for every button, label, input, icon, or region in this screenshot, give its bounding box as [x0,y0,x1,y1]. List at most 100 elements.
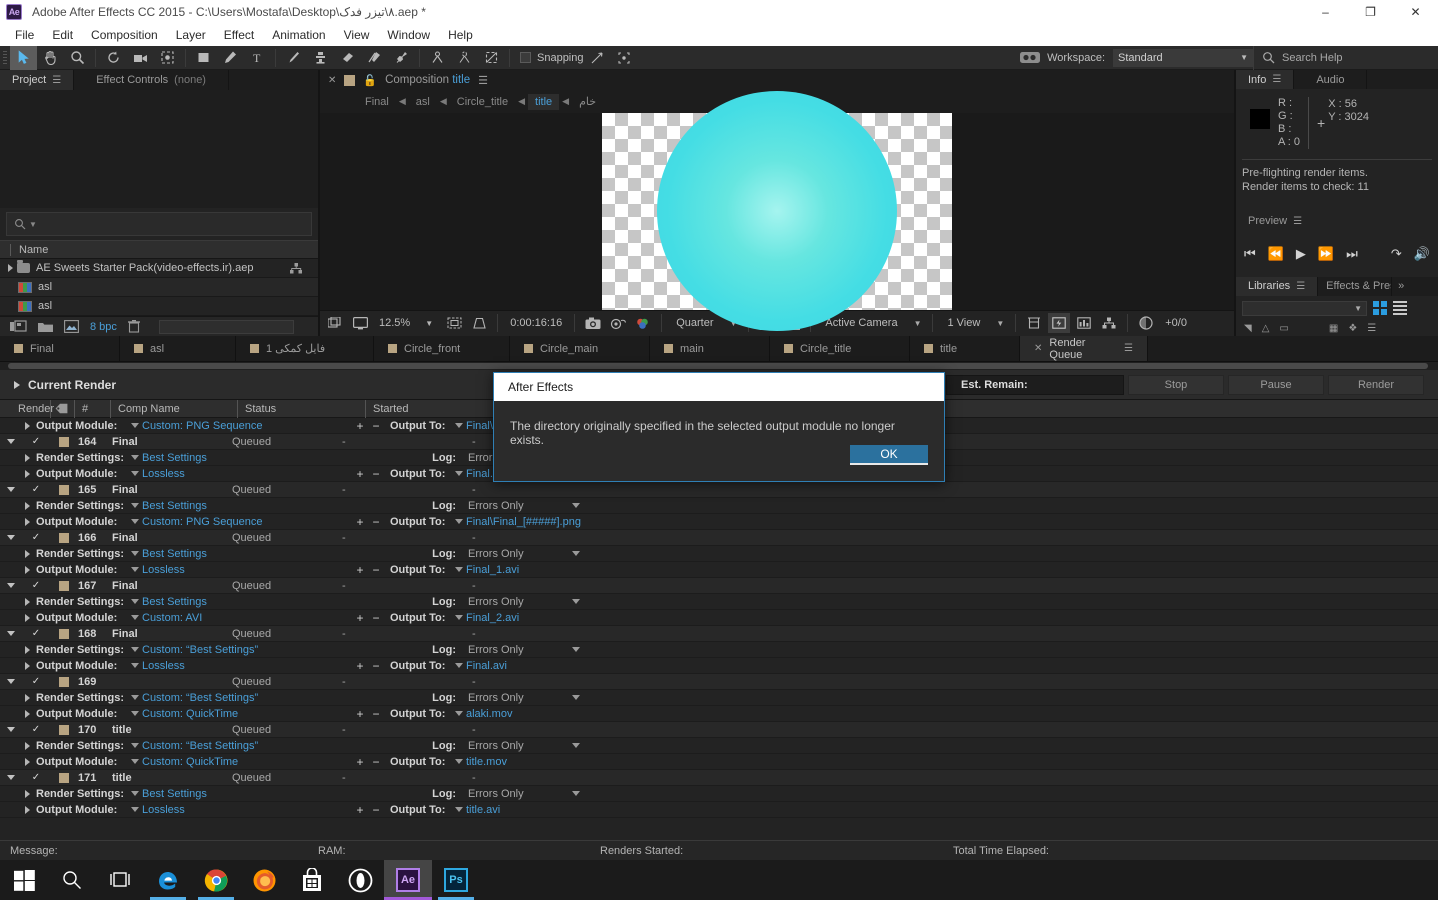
col-label-icon[interactable] [50,399,74,418]
project-footer-field[interactable] [158,319,294,334]
task-view-icon[interactable] [96,860,144,900]
exposure-icon[interactable] [1135,313,1157,333]
last-frame-button[interactable]: ⏭ [1346,246,1358,262]
dropdown-arrow-icon[interactable] [452,471,466,476]
menu-layer[interactable]: Layer [167,26,215,44]
panel-menu-icon[interactable]: ☰ [478,74,488,87]
remove-output-module-button[interactable]: − [368,563,384,577]
comp-tab-title[interactable]: title [910,336,1020,361]
project-item-row[interactable]: AE Sweets Starter Pack(video-effects.ir)… [0,259,318,278]
comp-flowchart-icon[interactable] [1098,313,1120,333]
composition-viewer[interactable] [320,91,1234,332]
comp-tab-final[interactable]: Final [0,336,120,361]
render-queue-comp-row[interactable]: ✓ 169 Queued - - [0,674,1438,690]
remove-output-module-button[interactable]: − [368,707,384,721]
menu-animation[interactable]: Animation [263,26,334,44]
toolbar-grip[interactable] [0,46,10,70]
comp-tab-faile-komaki[interactable]: فایل کمکی 1 [236,336,374,361]
timeline-icon[interactable] [1073,313,1095,333]
menu-help[interactable]: Help [439,26,482,44]
output-module-value[interactable]: Custom: QuickTime [142,708,352,720]
output-to-value[interactable]: Final\Final_[#####].png [466,516,686,528]
search-icon[interactable] [48,860,96,900]
render-settings-value[interactable]: Custom: “Best Settings” [142,692,422,704]
audio-button[interactable]: 🔊 [1414,246,1430,262]
render-settings-row[interactable]: Render Settings: Best Settings Log: Errors … [0,546,1438,562]
photoshop-icon[interactable]: Ps [432,860,480,900]
disclosure-triangle-icon[interactable] [0,613,36,622]
remove-output-module-button[interactable]: − [368,419,384,433]
log-value[interactable]: Errors Only [456,644,566,656]
maximize-button[interactable]: ❐ [1348,0,1393,24]
render-queue-horizontal-scrollbar[interactable] [0,362,1438,370]
remove-output-module-button[interactable]: − [368,611,384,625]
dropdown-arrow-icon[interactable] [128,519,142,524]
exposure-value[interactable]: +0/0 [1160,317,1192,329]
disclosure-triangle-icon[interactable] [0,439,22,444]
add-output-module-button[interactable]: + [352,755,368,769]
add-output-module-button[interactable]: + [352,563,368,577]
play-button[interactable]: ▶ [1296,246,1306,262]
previous-frame-button[interactable]: ⏪ [1268,246,1284,262]
col-comp-name[interactable]: Comp Name [110,399,237,418]
output-module-row[interactable]: Output Module: Custom: QuickTime + − Output … [0,706,1438,722]
render-checkbox[interactable]: ✓ [22,580,50,591]
puppet-pin-tool-icon[interactable] [388,46,415,70]
pixel-aspect-icon[interactable] [1023,313,1045,333]
triangle-icon[interactable]: △ [1262,323,1270,334]
tab-libraries[interactable]: Libraries ☰ [1236,276,1319,296]
log-value[interactable]: Errors Only [456,596,566,608]
new-comp-icon[interactable] [10,320,27,333]
render-queue-comp-row[interactable]: ✓ 165 Final Queued - - [0,482,1438,498]
menu-window[interactable]: Window [378,26,439,44]
pause-button[interactable]: Pause [1228,374,1324,395]
log-value[interactable]: Errors Only [456,788,566,800]
opera-icon[interactable] [336,860,384,900]
render-settings-row[interactable]: Render Settings: Best Settings Log: Errors … [0,786,1438,802]
fast-previews-icon[interactable] [1048,313,1071,334]
loop-button[interactable]: ↷ [1391,246,1402,262]
menu-file[interactable]: File [6,26,43,44]
render-settings-row[interactable]: Render Settings: Custom: “Best Settings” L… [0,642,1438,658]
disclosure-triangle-icon[interactable] [0,565,36,574]
zoom-tool-icon[interactable] [64,46,91,70]
card-icon[interactable]: ▦ [1329,323,1338,334]
disclosure-triangle-icon[interactable] [0,757,36,766]
scrollbar-thumb[interactable] [8,363,1428,369]
render-checkbox[interactable]: ✓ [22,484,50,495]
output-to-value[interactable]: title.mov [466,756,686,768]
panel-menu-icon[interactable]: ☰ [1272,74,1281,85]
delete-icon[interactable] [127,320,140,333]
dropdown-arrow-icon[interactable] [452,807,466,812]
breadcrumb-item-circle-title[interactable]: Circle_title [450,94,515,110]
breadcrumb-item-final[interactable]: Final [358,94,396,110]
after-effects-icon[interactable]: Ae [384,860,432,900]
camera-select[interactable]: Active Camera ▼ [818,317,925,329]
remove-output-module-button[interactable]: − [368,659,384,673]
snap-box-icon[interactable] [611,46,638,70]
dropdown-arrow-icon[interactable] [566,695,586,700]
dropdown-arrow-icon[interactable] [128,471,142,476]
render-settings-row[interactable]: Render Settings: Best Settings Log: Errors … [0,594,1438,610]
panel-menu-icon[interactable]: ☰ [52,75,61,86]
pen-tool-icon[interactable] [217,46,244,70]
disclosure-triangle-icon[interactable] [0,501,36,510]
disclosure-triangle-icon[interactable] [0,453,36,462]
dropdown-arrow-icon[interactable] [128,791,142,796]
breadcrumb-item-title[interactable]: title [528,93,560,110]
disclosure-triangle-icon[interactable] [0,597,36,606]
output-to-value[interactable]: Final_1.avi [466,564,686,576]
log-value[interactable]: Errors Only [456,548,566,560]
workspace-select[interactable]: Standard ▼ [1113,48,1253,67]
dropdown-arrow-icon[interactable] [128,711,142,716]
output-module-value[interactable]: Lossless [142,660,352,672]
views-select[interactable]: 1 View ▼ [940,317,1008,329]
render-queue-comp-row[interactable]: ✓ 167 Final Queued - - [0,578,1438,594]
disclosure-triangle-icon[interactable] [0,727,22,732]
bit-depth-label[interactable]: 8 bpc [90,321,117,333]
output-module-row[interactable]: Output Module: Custom: QuickTime + − Output … [0,754,1438,770]
tab-info[interactable]: Info ☰ [1236,70,1295,90]
add-output-module-button[interactable]: + [352,707,368,721]
chevron-down-icon[interactable]: ▼ [418,313,440,333]
disclosure-triangle-icon[interactable] [8,264,13,272]
